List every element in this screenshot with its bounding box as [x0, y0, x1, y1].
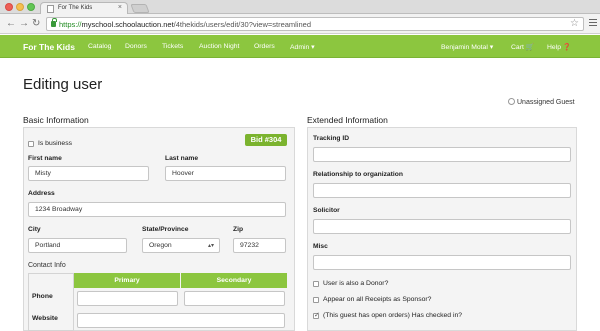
misc-label: Misc	[313, 243, 328, 250]
browser-menu-icon[interactable]	[589, 19, 597, 28]
solicitor-label: Solicitor	[313, 207, 340, 214]
bid-number-badge: Bid #304	[245, 134, 287, 146]
also-donor-checkbox[interactable]	[313, 281, 319, 287]
tab-title: For The Kids	[58, 5, 93, 11]
nav-user-dropdown[interactable]: Benjamin Motal ▾	[441, 43, 493, 51]
contact-col-secondary: Secondary	[181, 273, 287, 288]
receipts-sponsor-checkbox[interactable]	[313, 297, 319, 303]
address-field[interactable]: 1234 Broadway	[28, 202, 286, 217]
last-name-label: Last name	[165, 155, 199, 162]
nav-cart[interactable]: Cart 🛒	[511, 43, 534, 51]
bookmark-star-icon[interactable]: ☆	[570, 18, 579, 29]
zip-field[interactable]: 97232	[233, 238, 286, 253]
city-field[interactable]: Portland	[28, 238, 127, 253]
page-icon	[47, 5, 54, 13]
extended-info-heading: Extended Information	[307, 115, 388, 125]
phone-row-label: Phone	[32, 293, 53, 300]
nav-tickets[interactable]: Tickets	[162, 43, 183, 50]
website-primary-field[interactable]	[77, 313, 285, 328]
checked-in-checkbox[interactable]	[313, 311, 320, 319]
forward-icon[interactable]: →	[19, 18, 29, 30]
tracking-id-field[interactable]	[313, 147, 571, 162]
is-business-label: Is business	[38, 140, 73, 147]
tab-close-icon[interactable]: ×	[118, 4, 122, 11]
browser-tab-strip: For The Kids ×	[0, 0, 600, 14]
address-bar[interactable]: https://myschool.schoolauction.net/4thek…	[46, 17, 584, 31]
nav-auction-night[interactable]: Auction Night	[199, 43, 239, 50]
receipts-sponsor-label: Appear on all Receipts as Sponsor?	[323, 296, 432, 303]
new-tab-button[interactable]	[130, 4, 150, 13]
nav-help[interactable]: Help ❓	[547, 43, 571, 51]
solicitor-field[interactable]	[313, 219, 571, 234]
website-row-label: Website	[32, 315, 58, 322]
site-brand[interactable]: For The Kids	[23, 42, 75, 52]
address-label: Address	[28, 190, 55, 197]
checked-in-label: (This guest has open orders) Has checked…	[323, 312, 463, 319]
zoom-window-button[interactable]	[27, 3, 35, 11]
url-text: https://myschool.schoolauction.net/4thek…	[59, 20, 312, 29]
unassigned-guest-option[interactable]: Unassigned Guest	[508, 98, 575, 106]
zip-label: Zip	[233, 226, 244, 233]
relationship-field[interactable]	[313, 183, 571, 198]
page-title: Editing user	[23, 76, 103, 93]
also-donor-label: User is also a Donor?	[323, 280, 389, 287]
basic-info-heading: Basic Information	[23, 115, 89, 125]
relationship-label: Relationship to organization	[313, 171, 403, 178]
nav-admin-dropdown[interactable]: Admin ▾	[290, 43, 315, 51]
select-caret-icon: ▴▾	[207, 243, 214, 249]
browser-toolbar: ← → ↻ https://myschool.schoolauction.net…	[0, 14, 600, 34]
back-icon[interactable]: ←	[6, 18, 16, 30]
close-window-button[interactable]	[5, 3, 13, 11]
nav-catalog[interactable]: Catalog	[88, 43, 111, 50]
contact-row-labels	[28, 273, 74, 331]
first-name-field[interactable]: Misty	[28, 166, 149, 181]
last-name-field[interactable]: Hoover	[165, 166, 286, 181]
phone-primary-field[interactable]	[77, 291, 178, 306]
nav-donors[interactable]: Donors	[125, 43, 147, 50]
state-select[interactable]: Oregon ▴▾	[142, 238, 220, 253]
contact-col-primary: Primary	[74, 273, 180, 288]
unassigned-guest-radio[interactable]	[508, 98, 515, 105]
browser-tab[interactable]: For The Kids ×	[40, 2, 128, 14]
site-navbar: For The Kids Catalog Donors Tickets Auct…	[0, 35, 600, 58]
misc-field[interactable]	[313, 255, 571, 270]
reload-icon[interactable]: ↻	[32, 18, 40, 30]
minimize-window-button[interactable]	[16, 3, 24, 11]
contact-info-heading: Contact Info	[28, 262, 66, 269]
lock-icon	[51, 18, 57, 27]
first-name-label: First name	[28, 155, 62, 162]
is-business-checkbox[interactable]	[28, 141, 34, 147]
tracking-id-label: Tracking ID	[313, 135, 350, 142]
nav-orders[interactable]: Orders	[254, 43, 275, 50]
phone-secondary-field[interactable]	[184, 291, 285, 306]
city-label: City	[28, 226, 41, 233]
state-label: State/Province	[142, 226, 189, 233]
